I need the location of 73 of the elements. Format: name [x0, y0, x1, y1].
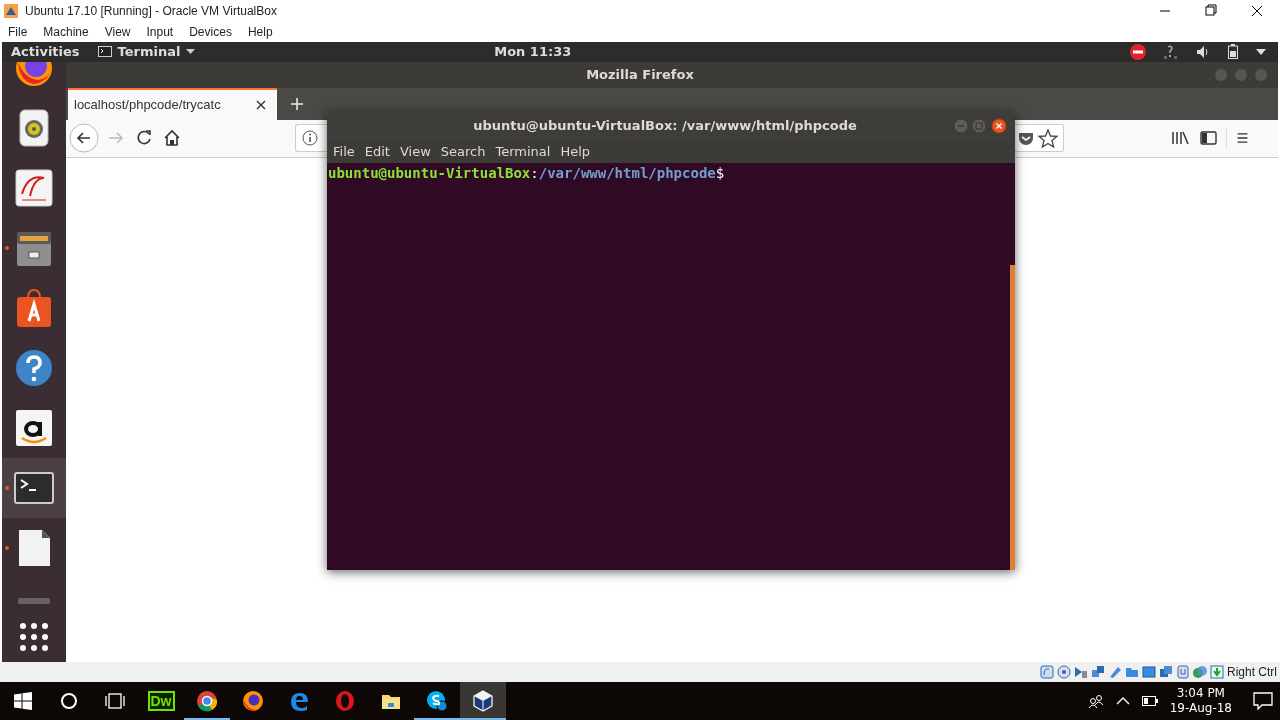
shopping-bag-icon[interactable] — [14, 287, 54, 328]
running-indicator — [5, 485, 9, 490]
clock-date[interactable]: 19-Aug-18 — [1169, 701, 1232, 716]
audio-icon[interactable] — [1074, 665, 1088, 679]
optical-disc-icon[interactable] — [1057, 665, 1071, 679]
menu-item[interactable]: Help — [239, 23, 281, 41]
activities-button[interactable]: Activities — [11, 42, 80, 62]
usb-icon[interactable] — [1108, 665, 1122, 679]
address-bar[interactable] — [1013, 124, 1064, 152]
menu-item[interactable]: File — [329, 141, 361, 162]
menu-item[interactable]: Edit — [360, 141, 396, 162]
document-viewer-icon[interactable] — [14, 167, 54, 208]
clock-time[interactable]: 3:04 PM — [1176, 686, 1225, 701]
menu-item[interactable]: View — [395, 141, 437, 162]
shared-folder-icon[interactable] — [1125, 665, 1139, 679]
edge-icon[interactable] — [288, 690, 310, 712]
app-menu[interactable]: Terminal — [97, 42, 196, 62]
menu-item[interactable]: File — [0, 23, 36, 41]
caret-icon[interactable] — [1256, 48, 1266, 55]
network-icon[interactable] — [1091, 665, 1105, 679]
menu-item[interactable]: Help — [556, 141, 597, 162]
info-button[interactable] — [295, 124, 323, 152]
running-indicator — [5, 545, 9, 550]
display-icon[interactable] — [1142, 665, 1156, 679]
recording-icon[interactable] — [1159, 665, 1173, 679]
window-title: Ubuntu 17.10 [Running] - Oracle VM VirtualBox — [25, 3, 278, 20]
taskbar-button[interactable]: Dw — [138, 682, 184, 720]
browser-tab[interactable]: localhost/phpcode/trycatc — [68, 87, 277, 120]
menu-item[interactable]: Input — [138, 23, 182, 41]
back-icon[interactable] — [69, 123, 99, 153]
command-prompt: ubuntu@ubuntu-VirtualBox:/var/www/html/phpcode$ — [327, 164, 726, 183]
bookmark-star-icon[interactable] — [1036, 128, 1060, 148]
menu-item[interactable]: Terminal — [491, 141, 557, 162]
cpu-icon[interactable] — [1176, 665, 1190, 679]
people-icon[interactable] — [1087, 693, 1104, 709]
firefox-icon[interactable] — [242, 690, 264, 712]
close-icon[interactable] — [989, 118, 1009, 134]
running-indicator — [5, 245, 9, 250]
window-title: Mozilla Firefox — [585, 65, 695, 84]
chrome-icon[interactable] — [196, 690, 218, 712]
terminal-icon — [97, 46, 112, 58]
task-view-icon[interactable] — [104, 692, 126, 710]
network-icon — [1164, 44, 1178, 59]
opera-icon[interactable] — [334, 690, 356, 712]
windows-start-icon[interactable] — [14, 692, 32, 710]
caret-icon — [186, 49, 196, 55]
chevron-up-icon[interactable] — [1115, 696, 1130, 706]
amazon-icon[interactable] — [14, 407, 54, 448]
download-icon[interactable] — [1210, 665, 1224, 679]
clock[interactable]: Mon 11:33 — [195, 42, 1130, 62]
dreamweaver-icon[interactable]: Dw — [147, 691, 175, 711]
menu-item[interactable]: View — [96, 23, 139, 41]
menu-item[interactable]: Search — [436, 141, 492, 162]
virtualbox-icon[interactable] — [472, 690, 494, 712]
storage-icon[interactable] — [1040, 665, 1054, 679]
volume-icon — [1196, 44, 1210, 59]
help-icon[interactable] — [14, 347, 54, 388]
search-icon[interactable] — [60, 692, 78, 710]
taskbar-button[interactable] — [460, 682, 506, 720]
window-title: ubuntu@ubuntu-VirtualBox: /var/www/html/phpcode — [472, 117, 858, 136]
virtualbox-logo-icon — [3, 3, 19, 19]
info-icon — [300, 129, 319, 147]
battery-icon — [1228, 44, 1238, 60]
app-grid-icon[interactable] — [20, 622, 48, 651]
host-key-label: Right Ctrl — [1227, 664, 1277, 681]
menu-item[interactable]: Machine — [35, 23, 97, 41]
menu-item[interactable]: Devices — [181, 23, 240, 41]
sidebar-icon[interactable] — [1198, 128, 1220, 148]
notification-icon[interactable] — [1252, 691, 1274, 711]
skype-icon[interactable] — [426, 690, 448, 712]
mouse-integration-icon[interactable] — [1193, 665, 1207, 679]
battery-icon[interactable] — [1141, 695, 1158, 707]
no-entry-icon — [1130, 43, 1146, 60]
